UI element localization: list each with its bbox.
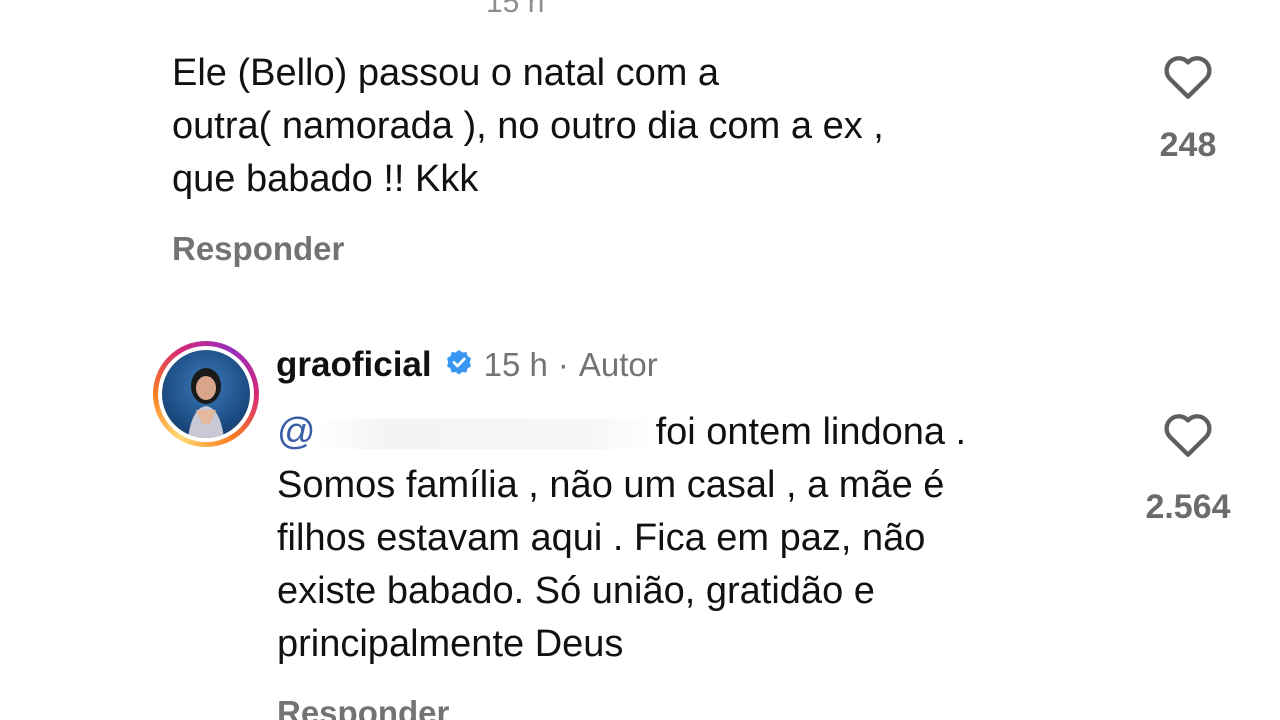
previous-comment-time: 15 h — [486, 0, 545, 19]
comment-text: Ele (Bello) passou o natal com a outra( … — [172, 47, 884, 206]
profile-photo-icon — [188, 368, 224, 438]
reply-button[interactable]: Responder — [277, 694, 449, 720]
comment-line: outra( namorada ), no outro dia com a ex… — [172, 105, 884, 147]
heart-outline-icon[interactable] — [1161, 410, 1215, 458]
comment-time: 15 h — [483, 346, 548, 383]
heart-outline-icon[interactable] — [1161, 52, 1215, 100]
comment-line: filhos estavam aqui . Fica em paz, não — [277, 517, 926, 559]
comment-line-rest: foi ontem lindona . — [655, 411, 967, 453]
comment-line: @ foi ontem lindona . — [277, 406, 966, 459]
author-label: Autor — [578, 346, 658, 383]
comment-line: que babado !! Kkk — [172, 158, 479, 200]
comment-text: @ foi ontem lindona . Somos família , não… — [277, 406, 966, 671]
meta-separator: · — [557, 346, 569, 383]
username[interactable]: graoficial — [276, 345, 432, 385]
avatar-image — [162, 350, 250, 438]
avatar[interactable] — [153, 341, 259, 447]
comments-page: 15 h Ele (Bello) passou o natal com a ou… — [0, 0, 1280, 720]
comment-line: Somos família , não um casal , a mãe é — [277, 464, 945, 506]
like-count: 2.564 — [1145, 488, 1231, 526]
comment-line: existe babado. Só união, gratidão e — [277, 570, 875, 612]
like-control: 2.564 — [1133, 410, 1243, 527]
comment-line: Ele (Bello) passou o natal com a — [172, 52, 720, 94]
reply-button[interactable]: Responder — [172, 230, 344, 268]
like-count: 248 — [1159, 126, 1217, 164]
comment-meta: graoficial 15 h · Autor — [276, 345, 658, 385]
mention-link[interactable]: @ — [277, 411, 316, 453]
like-control: 248 — [1133, 52, 1243, 165]
redacted-username — [315, 418, 656, 449]
verified-badge-icon — [444, 348, 474, 383]
comment-line: principalmente Deus — [277, 623, 624, 665]
